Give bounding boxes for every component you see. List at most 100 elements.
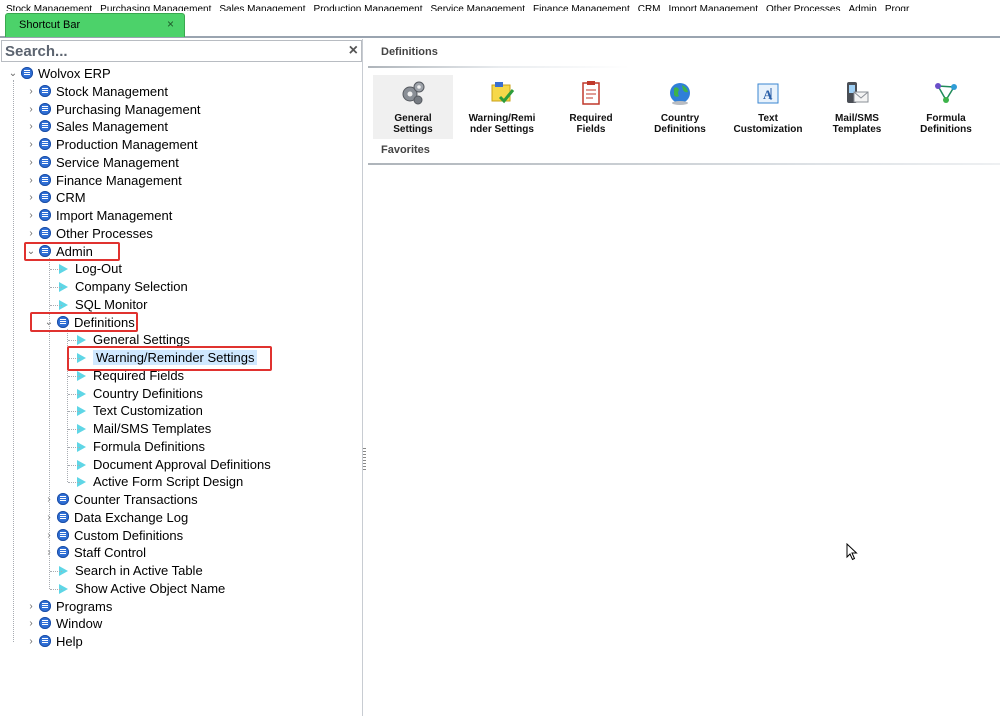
folder-list-icon xyxy=(39,191,51,204)
tree-item-sales-management[interactable]: › Sales Management xyxy=(24,118,168,136)
expand-chevron-icon[interactable]: › xyxy=(24,118,38,136)
tree-item-label: Other Processes xyxy=(56,225,153,241)
shortcut-button-country-definitions[interactable]: Country Definitions xyxy=(640,75,720,139)
tree-item-finance-management[interactable]: › Finance Management xyxy=(24,172,181,190)
shortcut-button-warning-remi-nder-settings[interactable]: Warning/Remi nder Settings xyxy=(462,75,542,139)
tree-item-label: Custom Definitions xyxy=(74,527,184,543)
folder-list-icon xyxy=(57,528,69,541)
tree-guide-line xyxy=(50,304,62,306)
search-input[interactable] xyxy=(5,41,325,61)
expand-chevron-icon[interactable]: › xyxy=(24,225,38,243)
tree-item-label: Staff Control xyxy=(74,545,147,561)
folder-list-icon xyxy=(39,84,51,97)
tree-item-label: Service Management xyxy=(56,154,179,170)
expand-chevron-icon[interactable]: › xyxy=(24,172,38,190)
folder-list-icon xyxy=(39,173,51,186)
expand-chevron-icon[interactable]: › xyxy=(24,207,38,225)
shortcut-button-general-settings[interactable]: General Settings xyxy=(373,75,453,139)
clear-search-icon[interactable]: × xyxy=(349,42,358,60)
tree-item-crm[interactable]: › CRM xyxy=(24,189,85,207)
tree-item-production-management[interactable]: › Production Management xyxy=(24,136,197,154)
expand-chevron-icon[interactable]: › xyxy=(24,101,38,119)
navigation-panel: × ⌄Wolvox ERP›Stock Management›Purchasin… xyxy=(0,39,363,716)
folder-list-icon xyxy=(39,155,51,168)
label-line-1: Text xyxy=(758,113,778,124)
mouse-cursor-icon xyxy=(846,543,858,561)
section-divider xyxy=(368,163,1000,165)
tree-item-wolvox-erp[interactable]: ⌄ Wolvox ERP xyxy=(6,65,111,83)
folder-list-icon xyxy=(57,493,69,505)
tree-item-purchasing-management[interactable]: › Purchasing Management xyxy=(24,101,200,119)
tree-guide-line xyxy=(68,393,80,395)
tree-item-stock-management[interactable]: › Stock Management xyxy=(24,83,168,101)
label-line-1: Warning/Remi xyxy=(468,113,536,124)
tree-guide-line xyxy=(68,464,80,466)
label-line-2: nder Settings xyxy=(470,124,534,135)
expand-chevron-icon[interactable]: › xyxy=(24,83,38,101)
shortcut-button-text-customization[interactable]: A Text Customization xyxy=(728,75,808,139)
tree-guide-line xyxy=(50,571,62,572)
tree-item-country-definitions[interactable]: Country Definitions xyxy=(60,385,203,403)
tree-item-label: Window xyxy=(56,616,103,632)
tree-guide-line xyxy=(49,257,50,589)
label-line-2: Fields xyxy=(576,124,606,135)
label-line-2: Definitions xyxy=(920,124,972,135)
shortcut-button-label: Formula Definitions xyxy=(906,113,986,135)
tree-item-label: Sales Management xyxy=(56,119,169,135)
expand-chevron-icon[interactable]: › xyxy=(24,615,38,633)
shortcut-button-label: Mail/SMS Templates xyxy=(817,113,897,135)
tree-item-label: Import Management xyxy=(56,208,173,223)
label-line-1: Mail/SMS xyxy=(835,113,879,124)
tree-item-label: Active Form Script Design xyxy=(93,474,244,490)
tree-item-active-form-script-design[interactable]: Active Form Script Design xyxy=(60,473,243,491)
expand-chevron-icon[interactable]: › xyxy=(24,598,38,616)
tree-item-data-exchange-log[interactable]: › Data Exchange Log xyxy=(42,509,188,527)
folder-list-icon xyxy=(39,635,51,647)
folder-list-icon xyxy=(57,546,69,559)
tree-item-counter-transactions[interactable]: › Counter Transactions xyxy=(42,491,197,509)
tree-item-custom-definitions[interactable]: › Custom Definitions xyxy=(42,527,183,545)
tree-item-label: Stock Management xyxy=(56,83,169,99)
shortcut-button-label: Country Definitions xyxy=(640,113,720,135)
tree-item-label: Mail/SMS Templates xyxy=(93,421,212,436)
tree-item-import-management[interactable]: › Import Management xyxy=(24,207,172,225)
tree-item-document-approval-definitions[interactable]: Document Approval Definitions xyxy=(60,456,271,474)
tree-item-search-in-active-table[interactable]: Search in Active Table xyxy=(42,562,203,580)
close-tab-icon[interactable]: × xyxy=(167,17,174,31)
expand-chevron-icon[interactable]: › xyxy=(24,633,38,651)
tab-strip: Shortcut Bar × xyxy=(0,11,1000,38)
shortcut-content-panel: Definitions General Settings Warning/Remi n… xyxy=(366,39,1000,716)
label-line-1: Required xyxy=(569,113,613,124)
folder-list-icon xyxy=(39,102,51,115)
tree-item-help[interactable]: › Help xyxy=(24,633,83,651)
expand-chevron-icon[interactable]: › xyxy=(24,154,38,172)
tree-item-mail-sms-templates[interactable]: Mail/SMS Templates xyxy=(60,420,211,438)
tree-item-service-management[interactable]: › Service Management xyxy=(24,154,179,172)
tree-guide-line xyxy=(50,287,62,288)
tree-item-label: Document Approval Definitions xyxy=(93,456,271,472)
shortcut-button-required-fields[interactable]: Required Fields xyxy=(551,75,631,139)
shortcut-button-mail-sms-templates[interactable]: Mail/SMS Templates xyxy=(817,75,897,139)
tree-item-show-active-object-name[interactable]: Show Active Object Name xyxy=(42,580,225,598)
expand-chevron-icon[interactable]: › xyxy=(24,189,38,207)
tab-shortcut-bar[interactable]: Shortcut Bar × xyxy=(5,13,185,37)
tree-item-formula-definitions[interactable]: Formula Definitions xyxy=(60,438,205,456)
tree-item-text-customization[interactable]: Text Customization xyxy=(60,402,203,420)
tree-item-programs[interactable]: › Programs xyxy=(24,598,112,616)
folder-list-icon xyxy=(39,617,51,630)
expand-chevron-icon[interactable]: › xyxy=(24,136,38,154)
tree-item-company-selection[interactable]: Company Selection xyxy=(42,278,188,296)
tab-label: Shortcut Bar xyxy=(19,19,81,31)
highlight-warning-reminder-settings xyxy=(67,346,272,371)
search-bar: × xyxy=(1,40,362,62)
formula-graph-icon xyxy=(932,79,960,107)
clipboard-icon xyxy=(577,79,605,107)
tree-item-label: Help xyxy=(56,634,83,649)
section-divider xyxy=(368,66,630,68)
tree-item-staff-control[interactable]: › Staff Control xyxy=(42,544,146,562)
tree-item-window[interactable]: › Window xyxy=(24,615,102,633)
tree-guide-line xyxy=(50,588,62,590)
shortcut-button-formula-definitions[interactable]: Formula Definitions xyxy=(906,75,986,139)
folder-list-icon xyxy=(39,226,51,239)
tree-item-other-processes[interactable]: › Other Processes xyxy=(24,225,153,243)
